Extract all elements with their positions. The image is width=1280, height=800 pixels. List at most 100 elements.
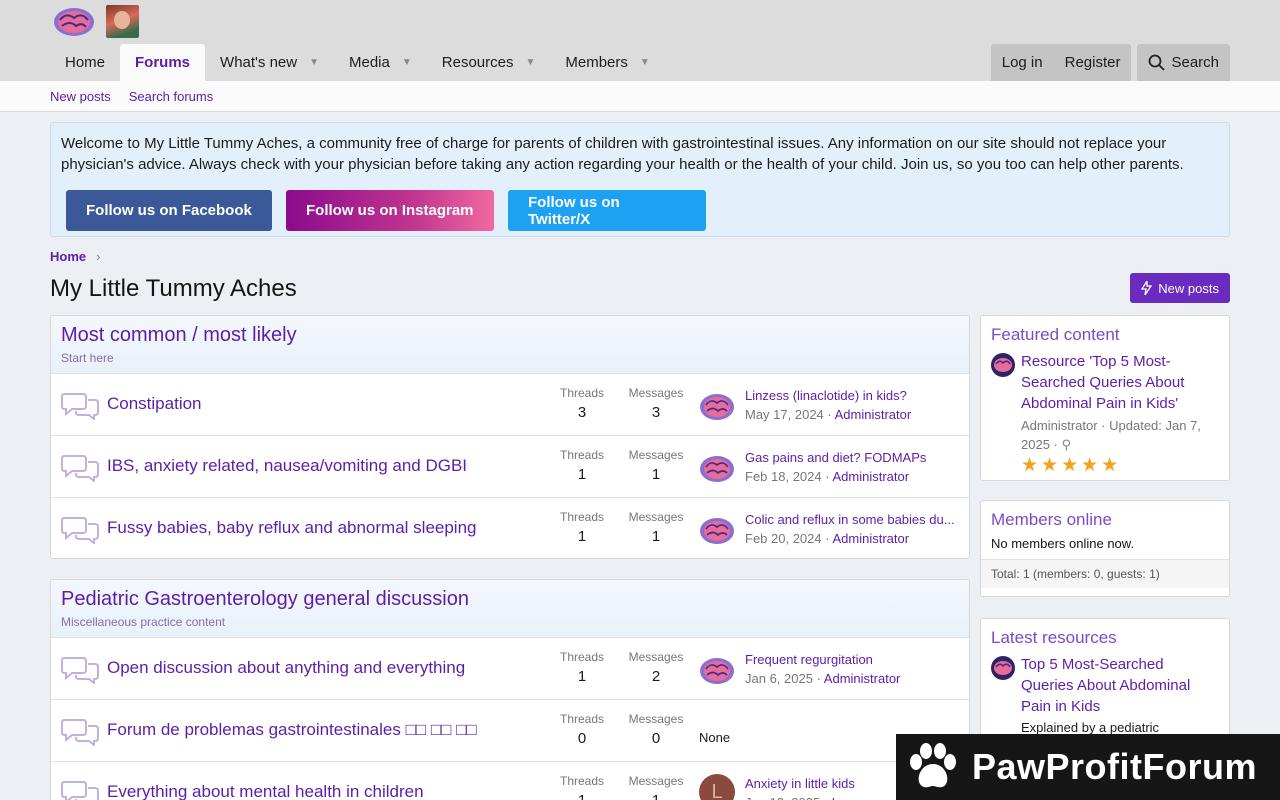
category-description: Start here [61, 351, 114, 365]
caret-down-icon[interactable]: ▼ [525, 57, 535, 68]
forum-title-link[interactable]: Everything about mental health in childr… [107, 782, 424, 800]
nav-item-label: Resources [441, 54, 514, 71]
threads-label: Threads [559, 510, 605, 524]
new-posts-button[interactable]: New posts [1130, 273, 1230, 303]
watermark-text: PawProfitForum [972, 746, 1258, 787]
chat-bubbles-icon [61, 716, 99, 748]
messages-label: Messages [628, 510, 684, 524]
messages-stat: Messages 1 [621, 774, 691, 800]
subnav-search-forums[interactable]: Search forums [129, 89, 214, 104]
site-header: Home Forums What's new ▼ Media ▼ Resources ▼ Mem… [0, 0, 1280, 81]
brain-avatar-icon[interactable] [699, 516, 735, 546]
caret-down-icon[interactable]: ▼ [640, 57, 650, 68]
members-online-heading[interactable]: Members online [981, 501, 1229, 536]
last-post-date[interactable]: Feb 20, 2024 [745, 531, 822, 546]
forum-title-link[interactable]: Open discussion about anything and every… [107, 658, 465, 678]
subnav-new-posts[interactable]: New posts [50, 89, 111, 104]
ribbon-icon: ⚲ [1061, 437, 1072, 452]
threads-stat: Threads 1 [547, 448, 617, 483]
brain-avatar-icon[interactable] [991, 656, 1015, 680]
last-post-date[interactable]: Feb 18, 2024 [745, 469, 822, 484]
nav-item-home[interactable]: Home [50, 44, 120, 81]
search-icon [1149, 54, 1166, 71]
featured-resource-link[interactable]: Resource 'Top 5 Most-Searched Queries Ab… [1021, 351, 1219, 414]
category-block-most-common: Most common / most likely Start here Const… [50, 315, 970, 559]
last-post-title[interactable]: Colic and reflux in some babies du... [745, 512, 960, 527]
featured-heading[interactable]: Featured content [981, 316, 1229, 351]
messages-stat: Messages 2 [621, 650, 691, 685]
last-post-meta: May 17, 2024 · Administrator [745, 407, 912, 422]
chat-bubbles-icon [61, 452, 99, 484]
last-post-user[interactable]: Administrator [832, 469, 909, 484]
last-post-user[interactable]: Administrator [824, 671, 901, 686]
forum-node: Everything about mental health in childr… [51, 762, 969, 800]
messages-stat: Messages 0 [621, 712, 691, 747]
category-header: Most common / most likely Start here [51, 316, 969, 374]
last-post-title[interactable]: Linzess (linaclotide) in kids? [745, 388, 960, 403]
forum-title-link[interactable]: Constipation [107, 394, 202, 414]
nav-item-forums[interactable]: Forums [120, 44, 206, 81]
forum-node: Constipation Threads 3 Messages 3 Linzess (li… [51, 374, 969, 436]
messages-count: 1 [651, 528, 661, 545]
last-post-title[interactable]: Frequent regurgitation [745, 652, 960, 667]
latest-resource-link[interactable]: Top 5 Most-Searched Queries About Abdomi… [1021, 654, 1219, 717]
caret-down-icon[interactable]: ▼ [402, 57, 412, 68]
category-title[interactable]: Pediatric Gastroenterology general discu… [61, 588, 959, 611]
messages-label: Messages [628, 774, 684, 788]
threads-stat: Threads 3 [547, 386, 617, 421]
threads-label: Threads [559, 650, 605, 664]
messages-stat: Messages 3 [621, 386, 691, 421]
nav-item-what-s-new[interactable]: What's new ▼ [205, 44, 334, 81]
forum-node: Forum de problemas gastrointestinales □□… [51, 700, 969, 762]
last-post-user[interactable]: Administrator [835, 407, 912, 422]
last-post-meta: Feb 18, 2024 · Administrator [745, 469, 910, 484]
forum-node: Fussy babies, baby reflux and abnormal s… [51, 498, 969, 558]
twitter-button[interactable]: Follow us on Twitter/X [508, 190, 706, 231]
breadcrumb: Home › [50, 249, 100, 264]
threads-label: Threads [559, 774, 605, 788]
last-post-meta: Feb 20, 2024 · Administrator [745, 531, 910, 546]
last-post-date[interactable]: Jan 6, 2025 [745, 671, 813, 686]
nav-item-media[interactable]: Media ▼ [334, 44, 427, 81]
brain-logo-icon[interactable] [52, 6, 96, 38]
forum-title-link[interactable]: Fussy babies, baby reflux and abnormal s… [107, 518, 477, 538]
threads-stat: Threads 1 [547, 774, 617, 800]
members-online-total: Total: 1 (members: 0, guests: 1) [981, 559, 1229, 588]
nav-item-resources[interactable]: Resources ▼ [427, 44, 551, 81]
latest-resources-heading[interactable]: Latest resources [981, 619, 1229, 654]
paw-icon [910, 743, 956, 788]
child-photo-logo[interactable] [106, 5, 139, 38]
last-post-user[interactable]: Administrator [832, 531, 909, 546]
messages-label: Messages [628, 448, 684, 462]
breadcrumb-home[interactable]: Home [50, 249, 86, 264]
messages-count: 1 [651, 466, 661, 483]
brain-avatar-icon[interactable] [699, 392, 735, 422]
threads-label: Threads [559, 386, 605, 400]
brain-avatar-icon[interactable] [991, 353, 1015, 377]
search-button[interactable]: Search [1137, 44, 1230, 81]
threads-stat: Threads 0 [547, 712, 617, 747]
forum-title-link[interactable]: Forum de problemas gastrointestinales □□… [107, 720, 477, 740]
logo-group [52, 5, 139, 38]
threads-stat: Threads 1 [547, 510, 617, 545]
last-post-date[interactable]: May 17, 2024 [745, 407, 824, 422]
last-post-title[interactable]: Gas pains and diet? FODMAPs [745, 450, 960, 465]
brain-avatar-icon[interactable] [699, 454, 735, 484]
category-block-general-discussion: Pediatric Gastroenterology general discu… [50, 579, 970, 800]
social-buttons: Follow us on Facebook Follow us on Insta… [61, 190, 1219, 231]
last-post-date[interactable]: Jan 13, 2025 [745, 795, 820, 800]
category-title[interactable]: Most common / most likely [61, 324, 959, 347]
last-post-user[interactable]: Lena [832, 795, 861, 800]
category-header: Pediatric Gastroenterology general discu… [51, 580, 969, 638]
messages-count: 3 [651, 404, 661, 421]
brain-avatar-icon[interactable] [699, 656, 735, 686]
caret-down-icon[interactable]: ▼ [309, 57, 319, 68]
forum-title-link[interactable]: IBS, anxiety related, nausea/vomiting an… [107, 456, 467, 476]
instagram-button[interactable]: Follow us on Instagram [286, 190, 494, 231]
login-button[interactable]: Log in [990, 44, 1054, 81]
user-avatar[interactable]: L [699, 774, 735, 800]
nav-item-members[interactable]: Members ▼ [550, 44, 664, 81]
register-button[interactable]: Register [1053, 44, 1132, 81]
threads-count: 1 [577, 528, 587, 545]
facebook-button[interactable]: Follow us on Facebook [66, 190, 272, 231]
